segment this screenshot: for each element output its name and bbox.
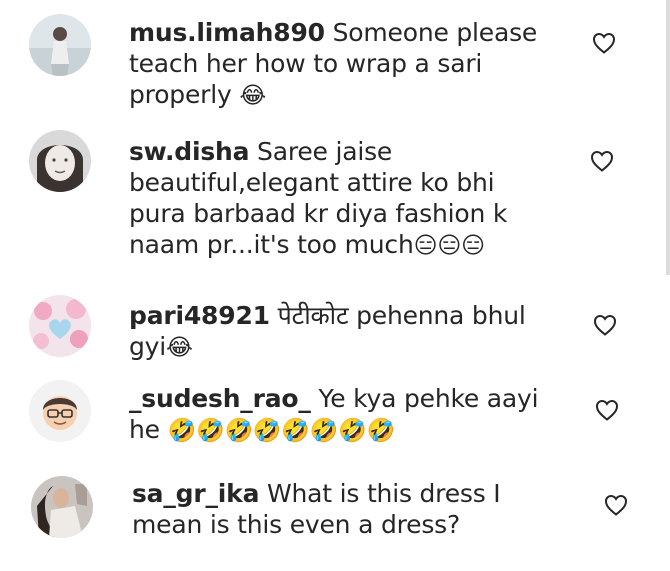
avatar[interactable] xyxy=(29,380,91,442)
comment-text: mus.limah890 Someone please teach her ho… xyxy=(129,17,549,112)
comment-emoji: 🤣🤣🤣🤣🤣🤣🤣🤣 xyxy=(167,418,396,444)
like-heart-icon[interactable] xyxy=(592,32,616,54)
comment-emoji: 😂 xyxy=(166,335,193,361)
avatar[interactable] xyxy=(31,476,93,538)
like-heart-icon[interactable] xyxy=(590,150,614,172)
avatar[interactable] xyxy=(29,130,91,192)
avatar[interactable] xyxy=(29,14,91,76)
like-heart-icon[interactable] xyxy=(604,494,628,516)
like-heart-icon[interactable] xyxy=(595,399,619,421)
comment-emoji: 😑😑😑 xyxy=(413,233,486,259)
comment-username[interactable]: _sudesh_rao_ xyxy=(129,384,311,413)
comment-text: _sudesh_rao_ Ye kya pehke aayi he 🤣🤣🤣🤣🤣🤣… xyxy=(129,383,574,447)
comment-text: sa_gr_ika What is this dress I mean is t… xyxy=(132,478,552,540)
comment-username[interactable]: pari48921 xyxy=(129,301,270,330)
scrollbar[interactable] xyxy=(666,0,670,275)
comment-emoji: 😂 xyxy=(239,83,267,109)
comment-text: pari48921 पेटीकोट pehenna bhul gyi😂 xyxy=(129,300,559,364)
comment-username[interactable]: sw.disha xyxy=(129,137,249,166)
comment-text: sw.disha Saree jaise beautiful,elegant a… xyxy=(129,136,549,262)
avatar[interactable] xyxy=(29,295,91,357)
comment-username[interactable]: mus.limah890 xyxy=(129,18,325,47)
like-heart-icon[interactable] xyxy=(593,314,617,336)
comment-username[interactable]: sa_gr_ika xyxy=(132,479,259,508)
